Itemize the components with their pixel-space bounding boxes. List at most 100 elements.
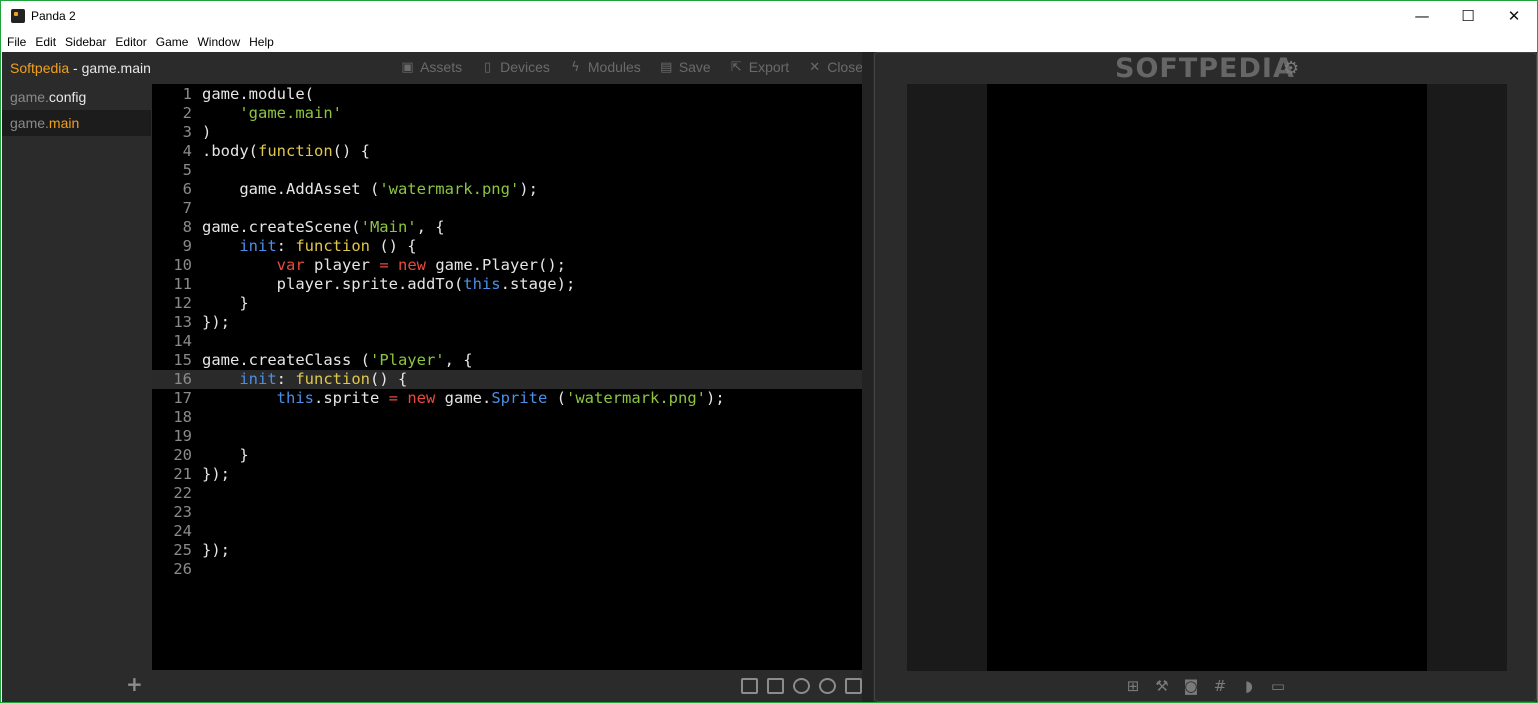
assets-button[interactable]: ▣ Assets [400,59,462,75]
mouse-icon[interactable]: ◗ [1240,678,1258,694]
app-body: Softpedia - game.main ▣ Assets ▯ Devices… [2,52,1537,702]
menu-window[interactable]: Window [197,35,240,49]
code-line[interactable]: 17 this.sprite = new game.Sprite ('water… [152,389,862,408]
code-text: player.sprite.addTo(this.stage); [202,275,576,293]
watermark-logo: SOFTPEDIA [1115,53,1295,84]
code-line[interactable]: 22 [152,484,862,503]
code-text: game.createClass ('Player', { [202,351,473,369]
code-line[interactable]: 14 [152,332,862,351]
save-icon: ▤ [660,59,673,75]
code-line[interactable]: 10 var player = new game.Player(); [152,256,862,275]
devices-button[interactable]: ▯ Devices [480,59,550,75]
code-line[interactable]: 11 player.sprite.addTo(this.stage); [152,275,862,294]
code-text: }); [202,465,230,483]
sidebar-item-game-main[interactable]: game.main [2,110,151,136]
code-line[interactable]: 15 game.createClass ('Player', { [152,351,862,370]
line-number: 17 [173,389,192,407]
file-prefix: game. [10,89,49,105]
code-line[interactable]: 6 game.AddAsset ('watermark.png'); [152,180,862,199]
code-line[interactable]: 23 [152,503,862,522]
panel-splitter[interactable] [862,52,873,702]
image-icon[interactable] [767,678,784,694]
code-line[interactable]: 16 init: function() { [152,370,862,389]
gear-icon[interactable]: ⚙ [1283,58,1299,79]
code-text: game.createScene('Main', { [202,218,445,236]
monitor-icon[interactable]: ▭ [1269,678,1287,694]
title-separator: - [69,60,82,76]
menu-edit[interactable]: Edit [35,35,56,49]
editor-header: Softpedia - game.main ▣ Assets ▯ Devices… [2,52,873,84]
maximize-button[interactable]: ☐ [1445,1,1491,31]
game-canvas[interactable] [987,84,1427,671]
line-number: 13 [173,313,192,331]
minimize-button[interactable]: — [1399,1,1445,31]
line-number: 15 [173,351,192,369]
code-line[interactable]: 8 game.createScene('Main', { [152,218,862,237]
code-line[interactable]: 4 .body(function() { [152,142,862,161]
line-number: 12 [173,294,192,312]
menu-game[interactable]: Game [156,35,189,49]
file-name: main [48,115,80,131]
file-name: config [48,89,87,105]
close-button[interactable]: ✕ Close [807,59,863,75]
code-line[interactable]: 7 [152,199,862,218]
code-line[interactable]: 24 [152,522,862,541]
code-line[interactable]: 18 [152,408,862,427]
line-number: 23 [173,503,192,521]
file-sidebar: game.config game.main + [2,84,151,702]
hash-icon[interactable]: # [1211,678,1229,694]
panel-right-icon[interactable] [845,678,862,694]
line-number: 26 [173,560,192,578]
code-line[interactable]: 9 init: function () { [152,237,862,256]
code-line[interactable]: 19 [152,427,862,446]
menu-help[interactable]: Help [249,35,274,49]
zoom-out-icon[interactable] [793,678,810,694]
modules-button[interactable]: ϟ Modules [568,59,641,75]
code-line[interactable]: 21}); [152,465,862,484]
menu-editor[interactable]: Editor [115,35,146,49]
app-window: Panda 2 — ☐ ✕ File Edit Sidebar Editor G… [0,0,1538,703]
code-text: } [202,446,249,464]
code-line[interactable]: 25}); [152,541,862,560]
code-line[interactable]: 2 'game.main' [152,104,862,123]
save-button[interactable]: ▤ Save [659,59,711,75]
export-button[interactable]: ⇱ Export [729,59,789,75]
assets-label: Assets [420,59,463,75]
ruler-icon[interactable]: ⚒ [1153,678,1171,694]
code-editor[interactable]: 1 game.module(2 'game.main' 3) 4 .body(funct… [152,84,862,670]
code-text: } [202,294,249,312]
panel-left-icon[interactable] [741,678,758,694]
image-icon: ▣ [401,59,414,75]
line-number: 9 [182,237,192,255]
line-number: 11 [173,275,192,293]
camera-icon[interactable]: ◙ [1182,678,1200,694]
grid-icon[interactable]: ⊞ [1124,678,1142,694]
menu-sidebar[interactable]: Sidebar [65,35,106,49]
zoom-in-icon[interactable] [819,678,836,694]
line-number: 19 [173,427,192,445]
export-label: Export [748,59,790,75]
line-number: 4 [182,142,192,160]
code-line[interactable]: 13}); [152,313,862,332]
preview-toolbar: SOFTPEDIA ⚙ [875,53,1536,85]
editor-toolbar: ▣ Assets ▯ Devices ϟ Modules ▤ Save ⇱ Ex… [400,59,863,75]
code-text: game.AddAsset ('watermark.png'); [202,180,538,198]
code-text: game.module( [202,85,314,103]
sidebar-item-game-config[interactable]: game.config [2,84,151,110]
add-file-button[interactable]: + [126,672,143,696]
code-line[interactable]: 20 } [152,446,862,465]
code-line[interactable]: 5 [152,161,862,180]
menu-file[interactable]: File [7,35,26,49]
close-window-button[interactable]: ✕ [1491,1,1537,31]
line-number: 14 [173,332,192,350]
file-prefix: game. [10,115,49,131]
window-title: Panda 2 [31,9,76,23]
code-line[interactable]: 3) [152,123,862,142]
line-number: 2 [182,104,192,122]
bolt-icon: ϟ [571,59,580,75]
code-line[interactable]: 1 game.module( [152,85,862,104]
code-line[interactable]: 26 [152,560,862,579]
code-line[interactable]: 12 } [152,294,862,313]
line-number: 22 [173,484,192,502]
line-number: 20 [173,446,192,464]
